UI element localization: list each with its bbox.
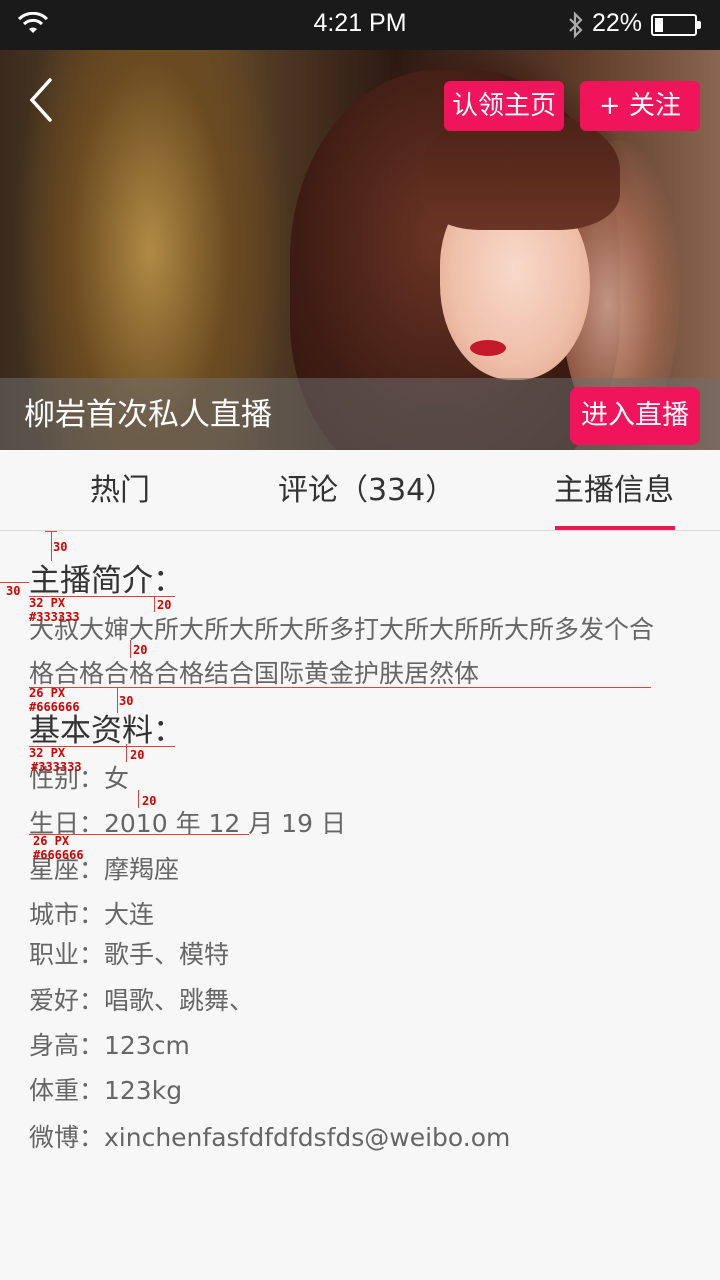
back-arrow-icon[interactable] [22, 72, 62, 128]
profile-field-hobbies: 爱好：唱歌、跳舞、 [29, 986, 255, 1015]
annotation-label: 30 [53, 540, 68, 554]
annotation-label: 20 [133, 643, 148, 657]
annotation-label: 30 [119, 694, 134, 708]
annotation-label: #333333 [29, 610, 80, 624]
annotation-label: #333333 [31, 760, 82, 774]
tab-hot[interactable]: 热门 [90, 472, 150, 510]
follow-button[interactable]: + 关注 [580, 81, 700, 131]
annotation-label: 26 PX [29, 686, 66, 700]
profile-field-occupation: 职业：歌手、模特 [29, 940, 230, 969]
annotation-label: #666666 [33, 848, 84, 862]
profile-field-city: 城市：大连 [29, 900, 155, 929]
status-bar: 4:21 PM 22% [0, 0, 720, 50]
profile-field-weibo[interactable]: 微博：xinchenfasfdfdfdsfds@weibo.om [29, 1121, 510, 1155]
spacing-marker [130, 640, 131, 658]
spacing-marker [0, 582, 29, 583]
spacing-marker [126, 744, 127, 762]
bluetooth-icon [569, 11, 583, 39]
spacing-marker [154, 596, 155, 612]
enter-live-button[interactable]: 进入直播 [570, 387, 700, 445]
intro-heading: 主播简介： [29, 563, 184, 599]
battery-fill [655, 18, 663, 32]
hero-photo-lips [470, 340, 506, 356]
tab-bar: 热门 评论（334） 主播信息 [0, 450, 720, 531]
annotation-label: 32 PX [29, 746, 66, 760]
annotation-label: 30 [6, 584, 21, 598]
claim-page-button[interactable]: 认领主页 [444, 81, 564, 131]
annotation-label: 26 PX [33, 834, 70, 848]
annotation-label: 32 PX [29, 596, 66, 610]
annotation-label: 20 [130, 748, 145, 762]
intro-text: 大叔大婶大所大所大所大所多打大所大所所大所多发个合格合格合格合格结合国际黄金护肤… [29, 615, 655, 688]
annotation-label: 20 [157, 598, 172, 612]
annotation-label: #666666 [29, 700, 80, 714]
battery-percent: 22% [592, 9, 643, 37]
profile-field-height: 身高：123cm [29, 1031, 190, 1060]
annotation-label: 20 [142, 794, 157, 808]
spacing-marker [29, 687, 651, 688]
profile-field-birthday: 生日：2010 年 12 月 19 日 [29, 809, 346, 838]
spacing-marker [117, 687, 118, 713]
spacing-marker [51, 531, 52, 561]
spacing-marker [45, 531, 57, 532]
battery-icon [651, 14, 701, 36]
profile-heading: 基本资料： [29, 713, 184, 749]
spacing-marker [138, 790, 139, 808]
tab-anchor-info[interactable]: 主播信息 [554, 472, 674, 510]
tab-comments[interactable]: 评论（334） [278, 472, 455, 510]
profile-field-weight: 体重：123kg [29, 1076, 183, 1105]
active-tab-indicator [555, 526, 675, 530]
live-title: 柳岩首次私人直播 [24, 397, 272, 433]
